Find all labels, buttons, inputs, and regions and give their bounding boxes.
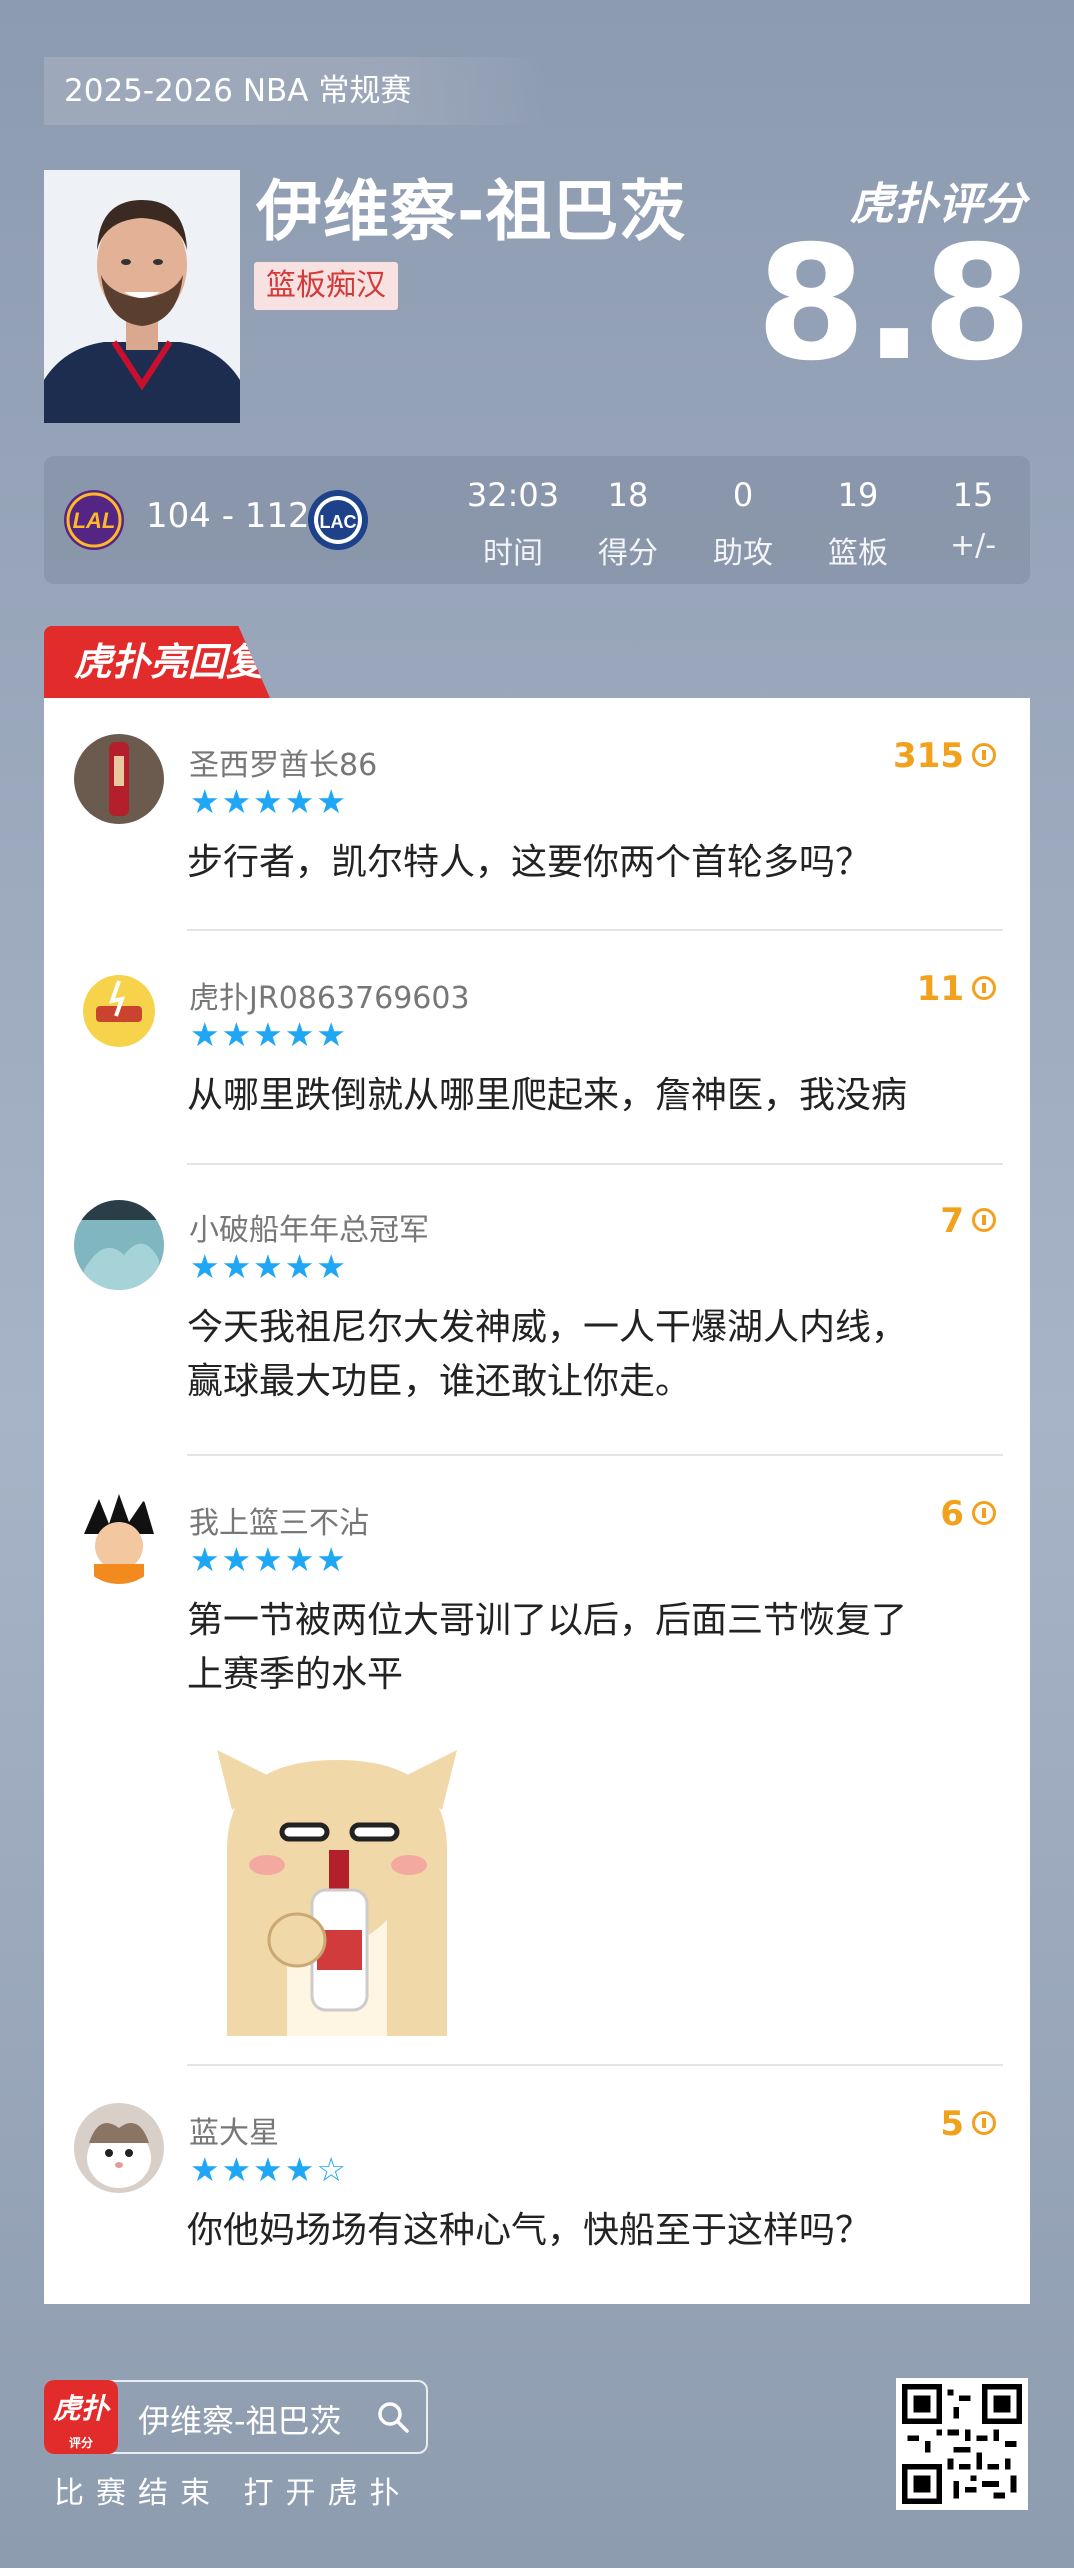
username[interactable]: 小破船年年总冠军 [189, 1205, 429, 1249]
like-count-value: 6 [940, 1494, 964, 1534]
footer-search-box[interactable]: 虎扑 评分 伊维察-祖巴茨 [44, 2380, 428, 2454]
divider [187, 1454, 1003, 1456]
stat-plus-minus: 15 +/- [918, 476, 1028, 563]
comment-line: 从哪里跌倒就从哪里爬起来，詹神医，我没病 [187, 1075, 908, 1116]
clippers-logo-text: LAC [320, 512, 357, 532]
username[interactable]: 我上篮三不沾 [189, 1498, 369, 1542]
season-label: 2025-2026 NBA 常规赛 [44, 57, 544, 125]
clippers-logo-icon: LAC [306, 488, 370, 552]
comment-line: 上赛季的水平 [187, 1654, 404, 1695]
like-count[interactable]: 5 [940, 2104, 996, 2144]
stat-label: 助攻 [713, 536, 773, 571]
player-name: 伊维察-祖巴茨 [256, 173, 687, 250]
comment-line: 今天我祖尼尔大发神威，一人干爆湖人内线， [187, 1307, 908, 1348]
comment-line: 赢球最大功臣，谁还敢让你走。 [187, 1361, 692, 1402]
stat-rebounds: 19 篮板 [803, 476, 913, 572]
search-icon[interactable] [376, 2400, 410, 2434]
stat-label: +/- [949, 528, 997, 563]
comment-text: 第一节被两位大哥训了以后，后面三节恢复了 上赛季的水平 [187, 1594, 997, 1702]
player-photo [44, 170, 240, 423]
stat-value: 32:03 [466, 476, 560, 514]
like-count-value: 5 [940, 2104, 964, 2144]
lightbulb-icon[interactable] [972, 975, 996, 1000]
stat-value: 0 [732, 476, 754, 514]
comment-line: 你他妈场场有这种心气，快船至于这样吗？ [187, 2210, 872, 2251]
username[interactable]: 蓝大星 [189, 2108, 279, 2152]
like-count[interactable]: 11 [917, 969, 996, 1009]
stat-points: 18 得分 [573, 476, 683, 572]
stat-value: 15 [952, 476, 994, 514]
star-rating: ★★★★★ [190, 782, 348, 821]
comment-line: 步行者，凯尔特人，这要你两个首轮多吗？ [187, 842, 872, 883]
like-count-value: 315 [893, 736, 964, 776]
star-rating: ★★★★☆ [190, 2150, 348, 2189]
player-tag: 篮板痴汉 [254, 262, 398, 310]
star-rating: ★★★★★ [190, 1015, 348, 1054]
user-avatar[interactable] [74, 1494, 164, 1584]
lakers-logo-icon: LAL [62, 488, 126, 552]
comments-card: 圣西罗酋长86 ★★★★★ 315 步行者，凯尔特人，这要你两个首轮多吗？ 虎扑… [44, 698, 1030, 2304]
rating-score: 8.8 [756, 212, 1032, 396]
like-count-value: 11 [916, 969, 964, 1009]
user-avatar[interactable] [74, 1200, 164, 1290]
like-count[interactable]: 6 [940, 1494, 996, 1534]
lightbulb-icon[interactable] [972, 2110, 996, 2135]
user-avatar[interactable] [74, 966, 164, 1056]
username[interactable]: 虎扑JR0863769603 [189, 973, 470, 1017]
comment-text: 步行者，凯尔特人，这要你两个首轮多吗？ [187, 836, 997, 890]
open-app-prompt[interactable]: 比赛结束 打开虎扑 [54, 2468, 412, 2512]
comment-text: 你他妈场场有这种心气，快船至于这样吗？ [187, 2204, 997, 2258]
like-count[interactable]: 315 [893, 736, 996, 776]
star-rating: ★★★★★ [190, 1540, 348, 1579]
like-count[interactable]: 7 [940, 1201, 996, 1241]
stat-label: 时间 [483, 536, 543, 571]
star-rating: ★★★★★ [190, 1247, 348, 1286]
qr-code[interactable] [896, 2378, 1028, 2510]
lightbulb-icon[interactable] [972, 1500, 996, 1525]
user-avatar[interactable] [74, 734, 164, 824]
hupu-app-icon-sub: 评分 [68, 2436, 93, 2450]
hupu-app-icon-text: 虎扑 [52, 2392, 109, 2425]
divider [187, 1163, 1003, 1165]
comment-text: 今天我祖尼尔大发神威，一人干爆湖人内线， 赢球最大功臣，谁还敢让你走。 [187, 1301, 997, 1409]
stat-value: 18 [607, 476, 649, 514]
player-photo-image [44, 170, 240, 423]
search-query[interactable]: 伊维察-祖巴茨 [138, 2396, 342, 2442]
stat-value: 19 [837, 476, 879, 514]
sticker-image[interactable] [187, 1740, 487, 2036]
stat-label: 得分 [598, 536, 658, 571]
stat-label: 篮板 [828, 536, 888, 571]
lakers-logo-text: LAL [73, 508, 116, 533]
stat-minutes: 32:03 时间 [458, 476, 568, 572]
like-count-value: 7 [940, 1201, 964, 1241]
hupu-app-icon[interactable]: 虎扑 评分 [44, 2380, 118, 2454]
comment-text: 从哪里跌倒就从哪里爬起来，詹神医，我没病 [187, 1069, 997, 1123]
comment-line: 第一节被两位大哥训了以后，后面三节恢复了 [187, 1600, 908, 1641]
user-avatar[interactable] [74, 2103, 164, 2193]
lightbulb-icon[interactable] [972, 742, 996, 767]
game-score: 104 - 112 [146, 496, 310, 536]
username[interactable]: 圣西罗酋长86 [189, 740, 377, 784]
divider [187, 929, 1003, 931]
divider [187, 2064, 1003, 2066]
lightbulb-icon[interactable] [972, 1207, 996, 1232]
hot-replies-tab: 虎扑亮回复 [44, 626, 270, 698]
game-stats-bar: LAL 104 - 112 LAC 32:03 时间 18 得分 0 助攻 19… [44, 456, 1030, 584]
stat-assists: 0 助攻 [688, 476, 798, 572]
